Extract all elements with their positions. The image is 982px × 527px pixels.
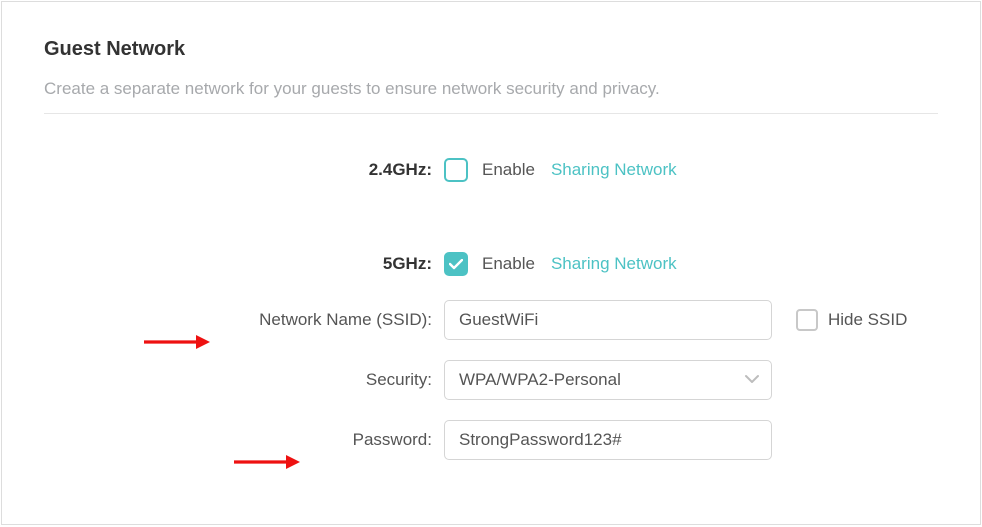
security-select[interactable]: WPA/WPA2-Personal	[444, 360, 772, 400]
band-24ghz-label: 2.4GHz:	[44, 160, 444, 180]
band-24ghz-sharing-link[interactable]: Sharing Network	[551, 160, 677, 180]
band-5ghz-enable-label: Enable	[482, 254, 535, 274]
security-row: Security: WPA/WPA2-Personal	[44, 360, 938, 400]
ssid-row: Network Name (SSID): Hide SSID	[44, 300, 938, 340]
page-title: Guest Network	[44, 38, 938, 61]
hide-ssid-checkbox[interactable]	[796, 309, 818, 331]
band-24ghz-enable-label: Enable	[482, 160, 535, 180]
band-5ghz-label: 5GHz:	[44, 254, 444, 274]
page-subtitle: Create a separate network for your guest…	[44, 79, 938, 99]
divider	[44, 113, 938, 114]
password-input[interactable]	[444, 420, 772, 460]
band-5ghz-sharing-link[interactable]: Sharing Network	[551, 254, 677, 274]
check-icon	[449, 259, 463, 270]
ssid-input[interactable]	[444, 300, 772, 340]
settings-panel: Guest Network Create a separate network …	[1, 1, 981, 525]
ssid-label: Network Name (SSID):	[44, 310, 444, 330]
password-label: Password:	[44, 430, 444, 450]
band-5ghz-row: 5GHz: Enable Sharing Network	[44, 246, 938, 282]
hide-ssid-label: Hide SSID	[828, 310, 907, 330]
band-5ghz-enable-checkbox[interactable]	[444, 252, 468, 276]
band-24ghz-row: 2.4GHz: Enable Sharing Network	[44, 152, 938, 188]
security-label: Security:	[44, 370, 444, 390]
password-row: Password:	[44, 420, 938, 460]
security-value: WPA/WPA2-Personal	[459, 370, 621, 390]
band-24ghz-enable-checkbox[interactable]	[444, 158, 468, 182]
